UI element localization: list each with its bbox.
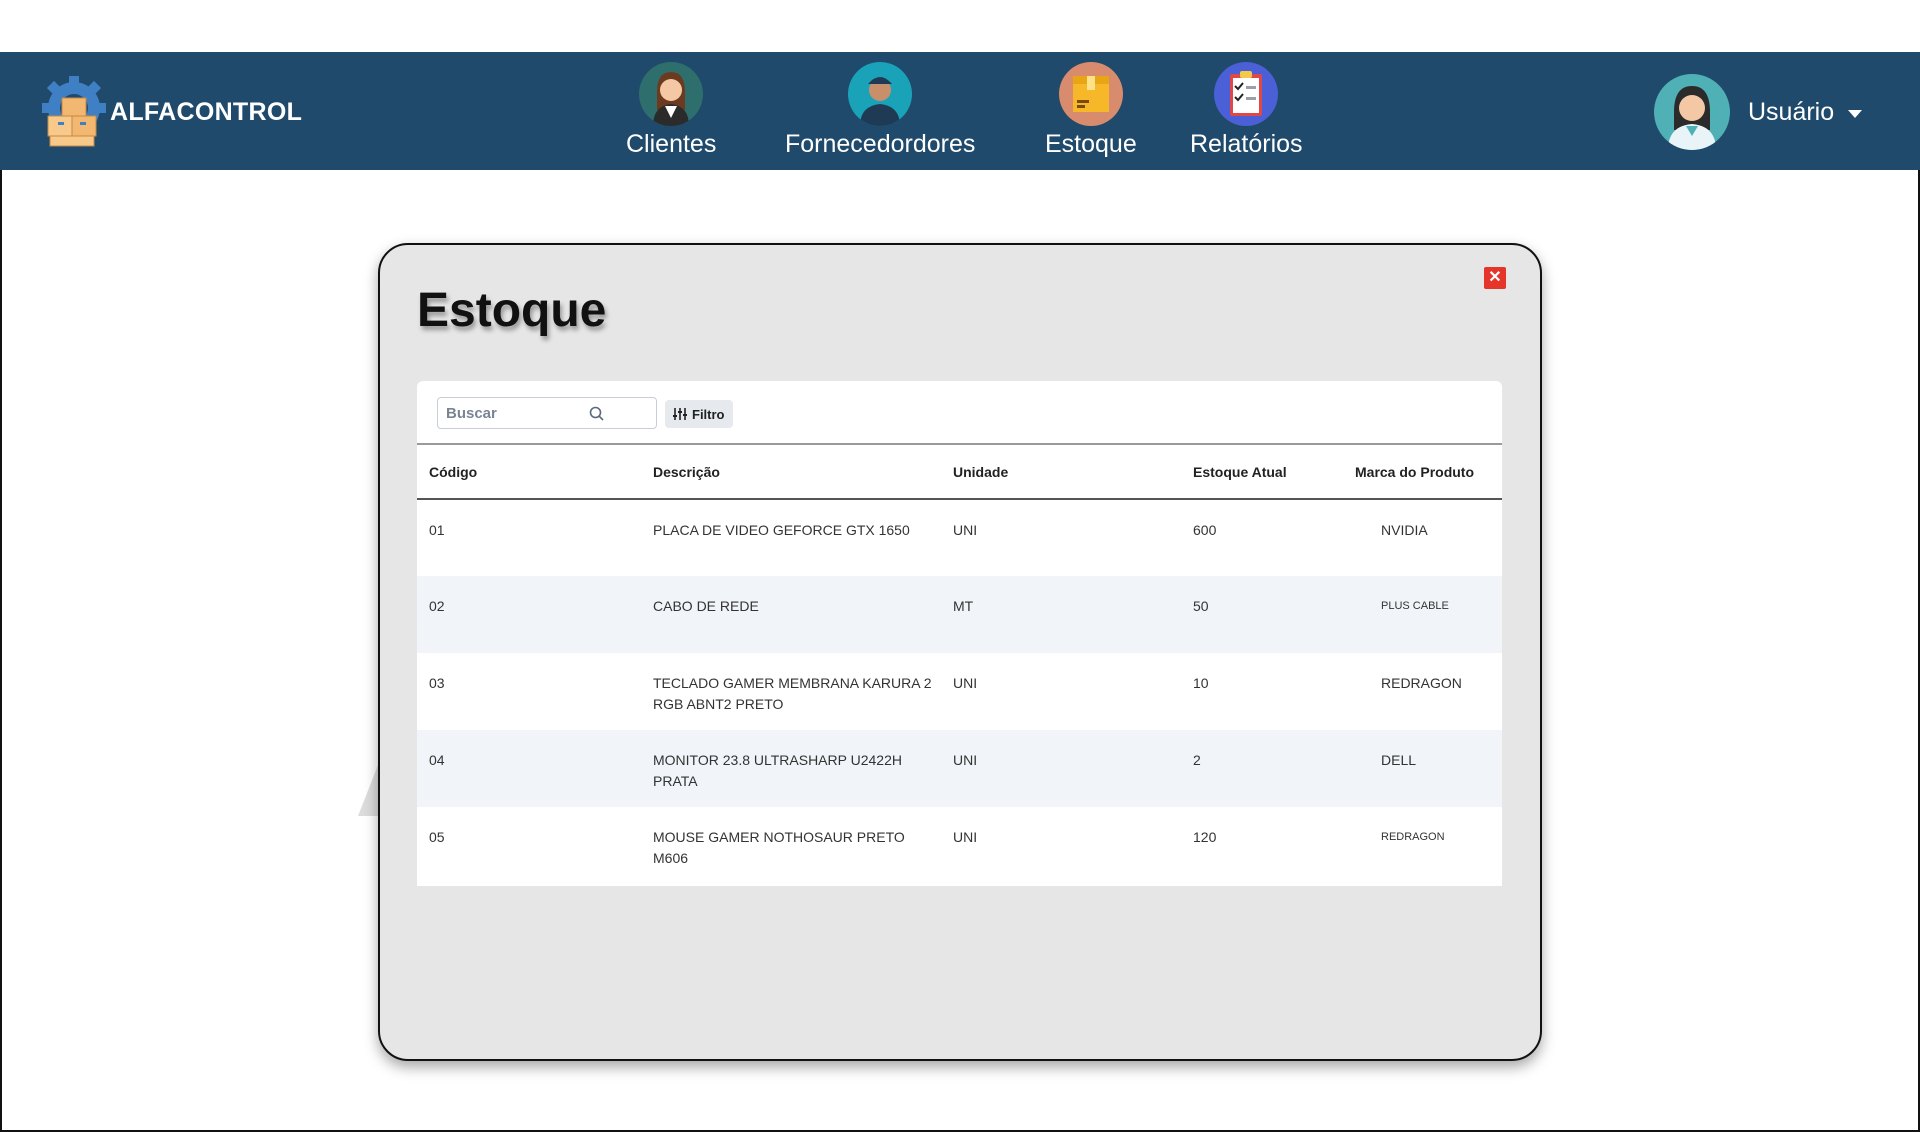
logo[interactable]: ALFACONTROL xyxy=(40,74,302,150)
search-input[interactable] xyxy=(446,404,596,422)
nav-relatorios-label: Relatórios xyxy=(1190,130,1303,158)
cell-estoque: 120 xyxy=(1193,829,1217,845)
sliders-icon xyxy=(673,408,687,420)
stock-table: Código Descrição Unidade Estoque Atual M… xyxy=(417,445,1502,884)
clipboard-icon xyxy=(1214,62,1279,126)
search-icon[interactable] xyxy=(588,405,606,423)
cell-marca: DELL xyxy=(1381,752,1417,768)
man-supplier-icon xyxy=(848,62,913,126)
cell-unidade: MT xyxy=(953,598,974,614)
cell-codigo: 01 xyxy=(429,522,445,538)
table-row[interactable]: 02 CABO DE REDE MT 50 PLUS CABLE xyxy=(417,576,1502,653)
filter-label: Filtro xyxy=(692,406,725,422)
background-decoration xyxy=(358,760,380,816)
nav-relatorios[interactable]: Relatórios xyxy=(1190,62,1303,159)
nav-fornecedores-label: Fornecedordores xyxy=(785,130,976,158)
header-unidade[interactable]: Unidade xyxy=(941,445,1181,500)
user-name: Usuário xyxy=(1748,97,1835,126)
cell-descricao: TECLADO GAMER MEMBRANA KARURA 2 RGB ABNT… xyxy=(653,675,932,712)
cell-descricao: CABO DE REDE xyxy=(653,598,759,614)
modal-title: Estoque xyxy=(417,284,607,337)
top-strip xyxy=(0,0,1920,52)
filter-button[interactable]: Filtro xyxy=(665,400,733,428)
cell-unidade: UNI xyxy=(953,752,978,768)
close-button[interactable]: ✕ xyxy=(1484,267,1506,289)
logo-gear-box-icon xyxy=(40,74,108,150)
cell-codigo: 03 xyxy=(429,675,445,691)
cell-codigo: 02 xyxy=(429,598,445,614)
table-row[interactable]: 04 MONITOR 23.8 ULTRASHARP U2422H PRATA … xyxy=(417,730,1502,807)
table-row[interactable]: 05 MOUSE GAMER NOTHOSAUR PRETO M606 UNI … xyxy=(417,807,1502,884)
cell-marca: PLUS CABLE xyxy=(1381,600,1449,612)
nav-clientes-label: Clientes xyxy=(626,130,717,158)
cell-unidade: UNI xyxy=(953,829,978,845)
nav-estoque-label: Estoque xyxy=(1045,130,1137,158)
brand-name: ALFACONTROL xyxy=(110,97,303,126)
search-box xyxy=(437,397,657,429)
table-row[interactable]: 01 PLACA DE VIDEO GEFORCE GTX 1650 UNI 6… xyxy=(417,499,1502,576)
header-estoque-atual[interactable]: Estoque Atual xyxy=(1181,445,1343,500)
header-descricao[interactable]: Descrição xyxy=(641,445,941,500)
cell-unidade: UNI xyxy=(953,522,978,538)
user-avatar-icon xyxy=(1654,74,1730,150)
cell-marca: REDRAGON xyxy=(1381,831,1445,843)
cell-estoque: 10 xyxy=(1193,675,1209,691)
navbar: ALFACONTROL Clientes Fornecedordores Est… xyxy=(0,52,1920,170)
cell-codigo: 04 xyxy=(429,752,445,768)
cell-estoque: 600 xyxy=(1193,522,1217,538)
box-icon xyxy=(1058,62,1123,126)
table-toolbar: Filtro xyxy=(417,381,1502,445)
table-header-row: Código Descrição Unidade Estoque Atual M… xyxy=(417,445,1502,500)
nav-fornecedores[interactable]: Fornecedordores xyxy=(785,62,975,159)
cell-marca: REDRAGON xyxy=(1381,675,1462,691)
cell-estoque: 50 xyxy=(1193,598,1209,614)
woman-client-icon xyxy=(639,62,704,126)
cell-descricao: MOUSE GAMER NOTHOSAUR PRETO M606 xyxy=(653,829,905,866)
stock-table-card: Filtro Código Descrição Unidade Estoque … xyxy=(417,381,1502,886)
cell-descricao: MONITOR 23.8 ULTRASHARP U2422H PRATA xyxy=(653,752,902,789)
cell-unidade: UNI xyxy=(953,675,978,691)
cell-marca: NVIDIA xyxy=(1381,522,1428,538)
cell-codigo: 05 xyxy=(429,829,445,845)
cell-descricao: PLACA DE VIDEO GEFORCE GTX 1650 xyxy=(653,522,910,538)
user-menu[interactable]: Usuário xyxy=(1654,74,1863,150)
cell-estoque: 2 xyxy=(1193,752,1201,768)
header-codigo[interactable]: Código xyxy=(417,445,641,500)
table-row[interactable]: 03 TECLADO GAMER MEMBRANA KARURA 2 RGB A… xyxy=(417,653,1502,730)
nav-estoque[interactable]: Estoque xyxy=(1045,62,1137,159)
estoque-modal: ✕ Estoque Filtro xyxy=(378,243,1542,1061)
nav-clientes[interactable]: Clientes xyxy=(626,62,716,159)
chevron-down-icon[interactable] xyxy=(1848,110,1863,118)
header-marca[interactable]: Marca do Produto xyxy=(1343,445,1502,500)
